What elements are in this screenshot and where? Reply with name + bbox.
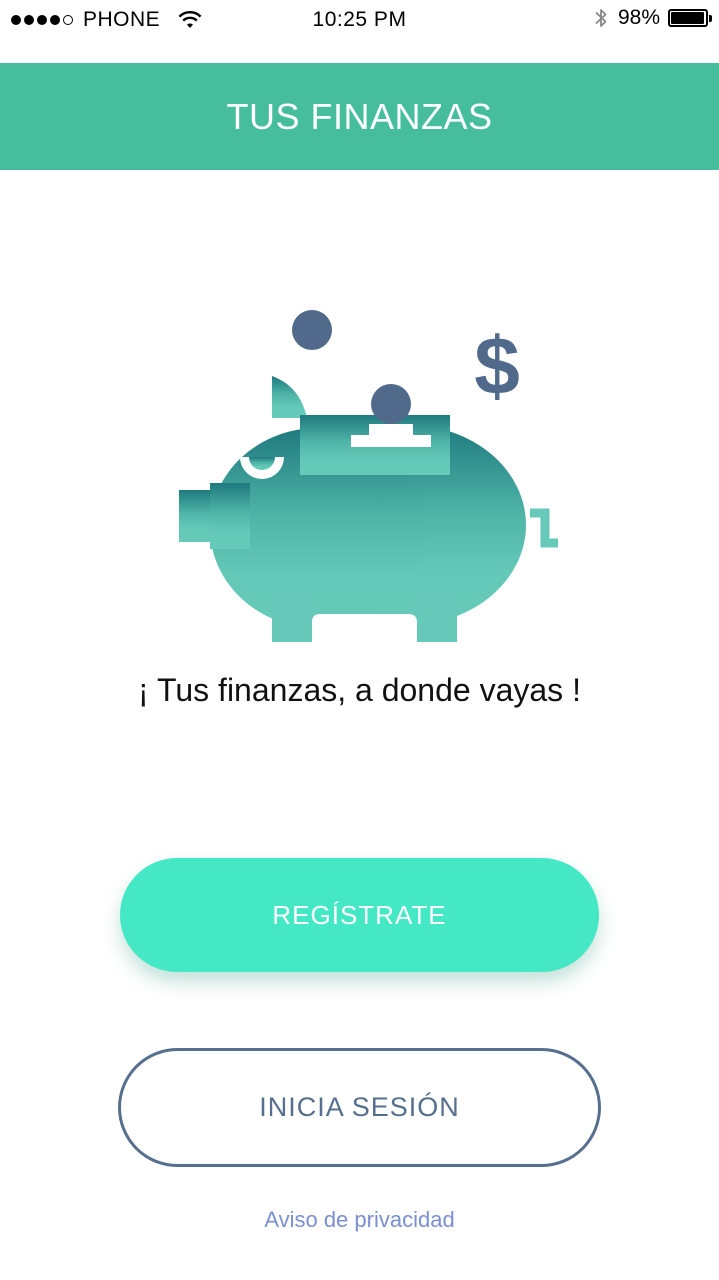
status-bar: PHONE 10:25 PM 98% bbox=[0, 0, 719, 42]
status-right: 98% bbox=[594, 6, 712, 30]
battery-icon bbox=[668, 9, 712, 27]
battery-percent: 98% bbox=[617, 6, 660, 29]
piggy-bank-illustration: $ bbox=[179, 310, 558, 642]
tagline: ¡ Tus finanzas, a donde vayas ! bbox=[138, 672, 581, 708]
hero-illustration: $ bbox=[170, 300, 580, 645]
bluetooth-icon bbox=[595, 9, 607, 27]
register-button[interactable]: REGÍSTRATE bbox=[120, 858, 599, 972]
page-title: TUS FINANZAS bbox=[226, 95, 493, 137]
app-header: TUS FINANZAS bbox=[0, 63, 719, 170]
app-screen: PHONE 10:25 PM 98% TUS FINANZAS $ ¡ Tus … bbox=[0, 0, 719, 1280]
login-button[interactable]: INICIA SESIÓN bbox=[118, 1048, 601, 1167]
piggy-bank-icon bbox=[179, 376, 558, 642]
coin-icon bbox=[292, 310, 332, 350]
battery-level-fill bbox=[671, 12, 705, 24]
privacy-notice-link[interactable]: Aviso de privacidad bbox=[0, 1207, 719, 1233]
dollar-sign-icon: $ bbox=[474, 321, 520, 412]
coin-in-slot-icon bbox=[371, 384, 411, 424]
